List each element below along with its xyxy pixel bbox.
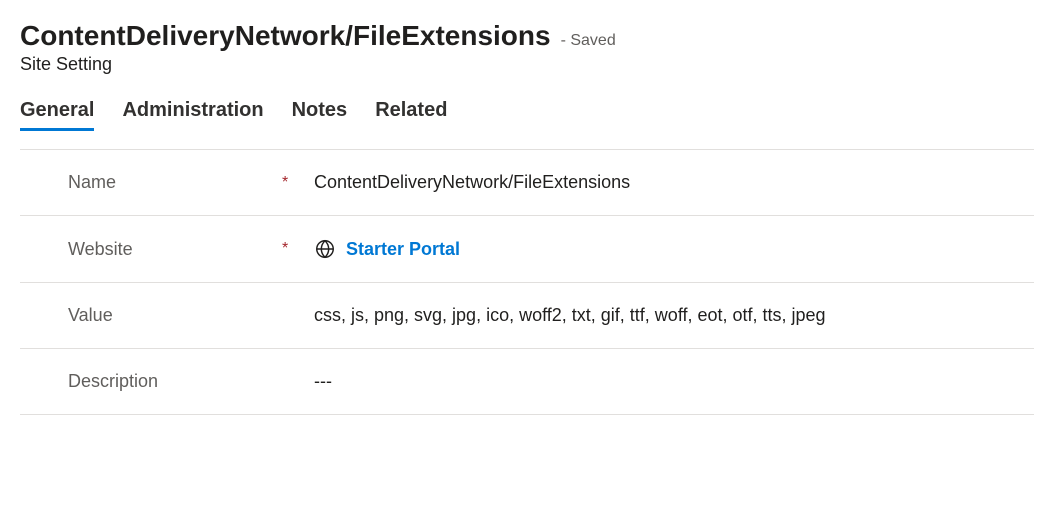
- status-badge: - Saved: [561, 32, 616, 50]
- label-cell: Website *: [20, 239, 300, 260]
- tab-administration[interactable]: Administration: [122, 99, 263, 131]
- form-panel: Name * ContentDeliveryNetwork/FileExtens…: [20, 149, 1034, 415]
- page-header: ContentDeliveryNetwork/FileExtensions - …: [20, 20, 1034, 75]
- name-input[interactable]: ContentDeliveryNetwork/FileExtensions: [300, 172, 1034, 193]
- value-input[interactable]: css, js, png, svg, jpg, ico, woff2, txt,…: [300, 305, 1034, 326]
- value-text: css, js, png, svg, jpg, ico, woff2, txt,…: [314, 305, 826, 326]
- description-label: Description: [68, 371, 282, 392]
- website-label: Website: [68, 239, 282, 260]
- required-mark: *: [282, 240, 292, 258]
- value-label: Value: [68, 305, 282, 326]
- page-title: ContentDeliveryNetwork/FileExtensions: [20, 20, 551, 52]
- field-row-value: Value css, js, png, svg, jpg, ico, woff2…: [20, 283, 1034, 349]
- globe-icon: [314, 238, 336, 260]
- label-cell: Value: [20, 305, 300, 326]
- entity-type-label: Site Setting: [20, 54, 1034, 75]
- field-row-name: Name * ContentDeliveryNetwork/FileExtens…: [20, 150, 1034, 216]
- tab-general[interactable]: General: [20, 99, 94, 131]
- label-cell: Name *: [20, 172, 300, 193]
- field-row-description: Description ---: [20, 349, 1034, 415]
- website-lookup[interactable]: Starter Portal: [300, 238, 1034, 260]
- name-value: ContentDeliveryNetwork/FileExtensions: [314, 172, 630, 193]
- tab-notes[interactable]: Notes: [292, 99, 348, 131]
- field-row-website: Website * Starter Portal: [20, 216, 1034, 283]
- required-mark: *: [282, 174, 292, 192]
- name-label: Name: [68, 172, 282, 193]
- tab-related[interactable]: Related: [375, 99, 447, 131]
- label-cell: Description: [20, 371, 300, 392]
- tab-bar: General Administration Notes Related: [20, 99, 1034, 131]
- title-row: ContentDeliveryNetwork/FileExtensions - …: [20, 20, 1034, 52]
- description-text: ---: [314, 371, 332, 392]
- website-link[interactable]: Starter Portal: [346, 239, 460, 260]
- description-input[interactable]: ---: [300, 371, 1034, 392]
